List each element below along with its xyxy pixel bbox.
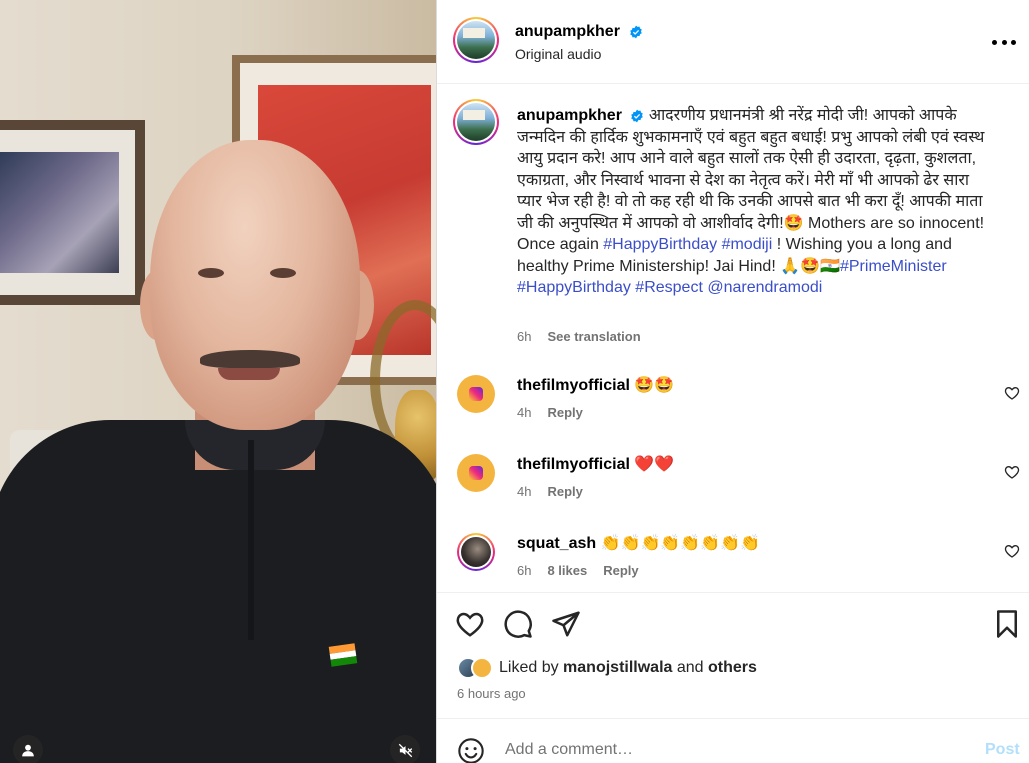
comment-meta: 6h 8 likes Reply xyxy=(517,563,639,578)
reply-button[interactable]: Reply xyxy=(547,484,582,499)
instagram-logo-icon xyxy=(469,466,483,480)
audio-label[interactable]: Original audio xyxy=(515,46,601,62)
liked-by-others[interactable]: others xyxy=(708,659,757,676)
author-username[interactable]: anupampkher xyxy=(515,23,620,40)
caption-meta: 6h See translation xyxy=(517,329,641,344)
post-comment-button[interactable]: Post xyxy=(985,741,1020,759)
commenter-avatar[interactable] xyxy=(457,533,495,571)
post-header: anupampkher Original audio xyxy=(437,0,1029,84)
tagged-users-button[interactable] xyxy=(13,735,43,763)
hashtag-link[interactable]: #modiji xyxy=(722,236,773,253)
wall-painting-left xyxy=(0,120,145,305)
bookmark-icon[interactable] xyxy=(992,609,1022,639)
verified-badge-icon xyxy=(630,25,642,38)
person-moustache xyxy=(200,350,300,368)
add-comment-input[interactable] xyxy=(505,741,945,759)
user-icon xyxy=(22,744,34,757)
caption-author-avatar[interactable] xyxy=(453,99,499,145)
reply-button[interactable]: Reply xyxy=(547,405,582,420)
mute-button[interactable] xyxy=(390,735,420,763)
reply-button[interactable]: Reply xyxy=(603,563,638,578)
liked-by-text: Liked by manojstillwala and others xyxy=(499,659,757,677)
more-options-icon[interactable] xyxy=(992,30,1016,54)
comment-meta: 4h Reply xyxy=(517,405,583,420)
liked-by-prefix: Liked by xyxy=(499,659,564,676)
post-details-panel: anupampkher Original audio anupampkher आ… xyxy=(436,0,1029,763)
like-heart-icon[interactable] xyxy=(455,609,485,639)
person-head xyxy=(150,140,360,430)
share-paper-plane-icon[interactable] xyxy=(551,609,581,639)
comment-bubble-icon[interactable] xyxy=(503,609,533,639)
commenter-username[interactable]: squat_ash xyxy=(517,535,596,552)
post-caption: anupampkher आदरणीय प्रधानमंत्री श्री नरे… xyxy=(517,105,987,299)
comments-section[interactable]: anupampkher आदरणीय प्रधानमंत्री श्री नरे… xyxy=(437,85,1029,592)
flag-pin xyxy=(328,643,358,667)
hashtag-link[interactable]: #Respect xyxy=(635,279,703,296)
liked-by-and: and xyxy=(672,659,709,676)
comment-text: ❤️❤️ xyxy=(634,456,675,473)
comment-item: squat_ash 👏👏👏👏👏👏👏👏 6h 8 likes Reply xyxy=(437,533,1029,592)
mention-link[interactable]: @narendramodi xyxy=(707,279,822,296)
see-translation-button[interactable]: See translation xyxy=(547,329,640,344)
comment-time[interactable]: 6h xyxy=(517,563,531,578)
commenter-avatar[interactable] xyxy=(457,375,495,413)
comment-time[interactable]: 4h xyxy=(517,405,531,420)
comment-text: 👏👏👏👏👏👏👏👏 xyxy=(600,535,760,552)
comment-body: squat_ash 👏👏👏👏👏👏👏👏 xyxy=(517,533,760,553)
person-eye-left xyxy=(198,268,224,278)
person-placket xyxy=(248,440,254,640)
verified-badge-icon xyxy=(631,109,644,123)
comment-meta: 4h Reply xyxy=(517,484,583,499)
liked-by-row: Liked by manojstillwala and others xyxy=(457,657,757,679)
person-mouth xyxy=(218,368,280,380)
caption-username[interactable]: anupampkher xyxy=(517,107,622,124)
liker-avatar[interactable] xyxy=(471,657,493,679)
comment-body: thefilmyofficial 🤩🤩 xyxy=(517,375,674,395)
liked-by-user[interactable]: manojstillwala xyxy=(563,659,672,676)
comment-item: thefilmyofficial ❤️❤️ 4h Reply xyxy=(437,454,1029,524)
like-comment-heart-icon[interactable] xyxy=(1004,543,1020,559)
video-player[interactable] xyxy=(0,0,436,763)
like-comment-heart-icon[interactable] xyxy=(1004,464,1020,480)
comment-time[interactable]: 4h xyxy=(517,484,531,499)
commenter-username[interactable]: thefilmyofficial xyxy=(517,377,630,394)
emoji-icon[interactable] xyxy=(457,737,485,763)
comment-body: thefilmyofficial ❤️❤️ xyxy=(517,454,674,474)
add-comment-bar: Post xyxy=(437,718,1029,763)
post-actions: Liked by manojstillwala and others 6 hou… xyxy=(437,592,1029,718)
hashtag-link[interactable]: #HappyBirthday xyxy=(517,279,631,296)
volume-off-icon xyxy=(398,743,412,757)
comment-item: thefilmyofficial 🤩🤩 4h Reply xyxy=(437,375,1029,445)
hashtag-link[interactable]: #HappyBirthday xyxy=(603,236,717,253)
comment-likes-button[interactable]: 8 likes xyxy=(547,563,587,578)
commenter-avatar[interactable] xyxy=(457,454,495,492)
comment-text: 🤩🤩 xyxy=(634,377,675,394)
person-shirt xyxy=(0,420,436,763)
instagram-logo-icon xyxy=(469,387,483,401)
post-time[interactable]: 6 hours ago xyxy=(457,686,526,701)
like-comment-heart-icon[interactable] xyxy=(1004,385,1020,401)
caption-time[interactable]: 6h xyxy=(517,329,531,344)
hashtag-link[interactable]: #PrimeMinister xyxy=(840,258,947,275)
author-avatar[interactable] xyxy=(453,17,499,63)
person-eye-right xyxy=(270,268,296,278)
author-name-row: anupampkher xyxy=(515,21,643,41)
commenter-username[interactable]: thefilmyofficial xyxy=(517,456,630,473)
caption-text: आदरणीय प्रधानमंत्री श्री नरेंद्र मोदी जी… xyxy=(517,107,985,253)
